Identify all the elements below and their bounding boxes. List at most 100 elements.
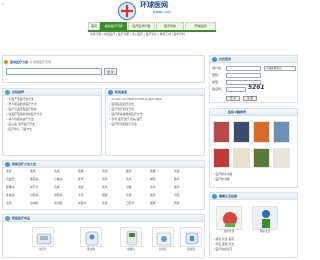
products-title: 家庭医疗用品 xyxy=(12,215,31,220)
book-cover-8[interactable] xyxy=(273,148,290,168)
disease-link[interactable]: 牙痛 xyxy=(102,201,108,205)
disease-link[interactable]: 中耳炎 xyxy=(78,201,86,205)
book-cover-1[interactable] xyxy=(213,121,230,143)
disease-link[interactable]: 男科病 xyxy=(54,193,62,197)
tab-site[interactable]: 环球医网 xyxy=(185,22,216,30)
health-links: 健康 饮食 指南 养生 保健 方法 医疗健康生活 xyxy=(213,237,295,252)
search-input[interactable] xyxy=(6,68,102,75)
sublink-2[interactable]: 常见医疗 xyxy=(104,32,115,36)
disease-link[interactable]: 肥胖 xyxy=(150,201,156,205)
disease-link[interactable]: 高血压 xyxy=(6,177,14,181)
hospital-icon xyxy=(5,90,10,95)
book-cover-2[interactable] xyxy=(233,121,250,143)
disease-link[interactable]: 妇科病 xyxy=(30,193,38,197)
disease-link[interactable]: 心脏病 xyxy=(54,177,62,181)
disease-link[interactable]: 咳嗽 xyxy=(78,169,84,173)
disease-link[interactable]: 贫血 xyxy=(174,169,180,173)
disease-link[interactable]: 口腔炎 xyxy=(126,201,134,205)
recommend-panel-header: 名院推荐 xyxy=(3,89,101,96)
login-button[interactable]: 登 录 xyxy=(226,96,240,101)
disease-link[interactable]: 胃炎 xyxy=(126,177,132,181)
book-cover-4[interactable] xyxy=(273,121,290,143)
disease-link[interactable]: 头痛 xyxy=(54,169,60,173)
disease-link[interactable]: 鼻炎 xyxy=(150,185,156,189)
disease-link[interactable]: 月经 xyxy=(174,193,180,197)
sublink-5[interactable]: 医疗论坛 xyxy=(146,32,157,36)
product-5[interactable] xyxy=(180,227,202,247)
book-cover-3[interactable] xyxy=(253,121,270,143)
glucose-meter-icon xyxy=(126,230,138,246)
heart-icon xyxy=(212,194,217,199)
username-label: 用户名： xyxy=(212,66,225,70)
sublink-1[interactable]: 免费问答 xyxy=(90,32,101,36)
disease-link[interactable]: 早泄 xyxy=(126,193,132,197)
disease-link[interactable]: 骨折 xyxy=(174,201,180,205)
book-cover-5[interactable] xyxy=(213,148,230,168)
disease-link[interactable]: 肝炎 xyxy=(78,177,84,181)
username-input[interactable] xyxy=(226,66,261,71)
nebulizer-icon xyxy=(85,231,99,246)
tab-related[interactable]: 相关医疗问题 xyxy=(100,22,127,30)
search-button[interactable]: 搜 索 xyxy=(104,68,117,75)
disease-link[interactable]: 痔疮 xyxy=(54,185,60,189)
health-panel-header: 健康生活指南 xyxy=(210,193,297,200)
disease-grid: 感冒 发烧 头痛 咳嗽 胃痛 腹泻 失眠 贫血 高血压 糖尿病 心脏病 肝炎 肾… xyxy=(6,169,204,210)
disease-link[interactable]: 发烧 xyxy=(30,169,36,173)
massager-icon xyxy=(185,232,199,245)
password-input[interactable] xyxy=(226,73,261,78)
disease-link[interactable]: 肺炎 xyxy=(174,177,180,181)
disease-link[interactable]: 不孕 xyxy=(78,193,84,197)
globe-logo-icon xyxy=(118,2,136,20)
disease-title: 疾病治疗方法大全 xyxy=(12,161,37,166)
disease-link[interactable]: 哮喘 xyxy=(150,177,156,181)
disease-link[interactable]: 近视 xyxy=(6,201,12,205)
product-3[interactable] xyxy=(120,227,142,247)
food-icon xyxy=(223,212,237,227)
disease-link[interactable]: 过敏 xyxy=(126,185,132,189)
disease-link[interactable]: 感冒 xyxy=(6,169,12,173)
disease-link[interactable]: 腹泻 xyxy=(126,169,132,173)
products-panel-header: 家庭医疗用品 xyxy=(3,215,204,222)
disease-link[interactable]: 痛经 xyxy=(150,193,156,197)
health-caption-2: 健康生活 xyxy=(259,230,271,233)
health-image-1[interactable] xyxy=(216,206,242,230)
health-image-2[interactable] xyxy=(252,206,278,230)
sublink-6[interactable]: 健康工具 xyxy=(160,32,171,36)
sublink-4[interactable]: 流入医疗 xyxy=(132,32,143,36)
book-cover-7[interactable] xyxy=(253,148,270,168)
books-panel-header: 医院书籍推荐 xyxy=(210,109,297,116)
disease-panel-header: 疾病治疗方法大全 xyxy=(3,161,204,168)
disease-link[interactable]: 白内障 xyxy=(30,201,38,205)
main-nav: 首页 相关医疗问题 医疗医学问答 首页导航 环球医网 xyxy=(88,22,216,30)
tab-navigation[interactable]: 首页导航 xyxy=(156,22,184,30)
disease-link[interactable]: 肾炎 xyxy=(102,177,108,181)
disease-link[interactable]: 胃痛 xyxy=(102,169,108,173)
list-item[interactable]: 医疗新闻的医疗方法 xyxy=(109,122,203,127)
tab-qa[interactable]: 医疗医学问答 xyxy=(128,22,155,30)
captcha-input[interactable] xyxy=(226,87,246,92)
login-panel-header: 会员登录 xyxy=(210,56,297,63)
book-links: 医疗相关书籍 医疗的书籍 xyxy=(213,172,295,182)
product-1[interactable] xyxy=(32,227,54,247)
register-button[interactable]: 注 册 xyxy=(243,96,257,101)
product-2[interactable] xyxy=(80,227,102,247)
member-type-select[interactable]: 环球医网会员 xyxy=(264,66,296,71)
disease-link[interactable]: 失眠 xyxy=(150,169,156,173)
disease-link[interactable]: 湿疹 xyxy=(78,185,84,189)
list-item[interactable]: 医疗中心 了解方法 xyxy=(6,127,100,132)
disease-link[interactable]: 皮炎 xyxy=(102,185,108,189)
disease-link[interactable]: 阳痿 xyxy=(102,193,108,197)
book-cover-6[interactable] xyxy=(233,148,250,168)
disease-link[interactable]: 关节炎 xyxy=(30,185,38,189)
list-item[interactable]: 医疗的书籍 xyxy=(213,177,295,182)
disease-link[interactable]: 颈椎病 xyxy=(6,185,14,189)
tab-home[interactable]: 首页 xyxy=(88,22,100,30)
product-4[interactable] xyxy=(152,227,174,247)
disease-link[interactable]: 咽炎 xyxy=(174,185,180,189)
sublink-3[interactable]: 医疗诊断 xyxy=(118,32,129,36)
disease-link[interactable]: 青光眼 xyxy=(54,201,62,205)
list-item[interactable]: 医疗健康生活 xyxy=(213,247,295,252)
disease-link[interactable]: 乳腺病 xyxy=(6,193,14,197)
disease-link[interactable]: 糖尿病 xyxy=(30,177,38,181)
sublink-7[interactable]: 医学百科 xyxy=(174,32,185,36)
